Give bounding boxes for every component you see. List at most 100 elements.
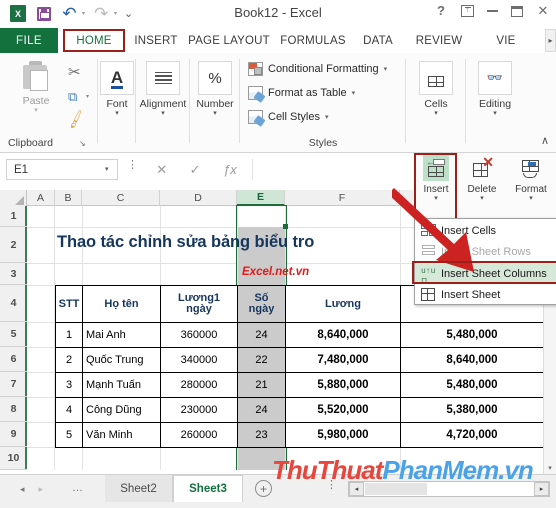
home-tab-highlight-box — [63, 29, 125, 52]
format-painter-icon[interactable]: 🖌 — [65, 108, 88, 130]
cells-caret-icon[interactable]: ▾ — [434, 110, 438, 117]
font-button[interactable]: A Font ▾ — [100, 61, 134, 117]
table-header-daily-line2: ngày — [186, 303, 212, 315]
minimize-icon[interactable] — [487, 10, 498, 12]
row-header-9[interactable]: 9 — [0, 422, 27, 447]
format-as-table-caret-icon[interactable]: ▾ — [352, 89, 356, 97]
sheet-nav-ellipsis[interactable]: … — [72, 482, 84, 494]
row-header-10[interactable]: 10 — [0, 447, 27, 470]
row-header-8[interactable]: 8 — [0, 397, 27, 422]
close-icon[interactable]: ✕ — [536, 4, 550, 18]
help-icon[interactable]: ? — [434, 4, 448, 18]
menu-item-insert-sheet[interactable]: Insert Sheet — [415, 284, 556, 305]
delete-caret-icon[interactable]: ▾ — [480, 195, 484, 202]
format-as-table-button[interactable]: Format as Table ▾ — [248, 86, 355, 100]
tab-scroll-right-icon[interactable]: ▸ — [545, 29, 556, 52]
tab-review[interactable]: REVIEW — [406, 28, 472, 53]
menu-item-insert-sheet-rows-label: Insert Sheet Rows — [441, 245, 531, 258]
conditional-formatting-button[interactable]: Conditional Formatting ▾ — [248, 62, 387, 76]
selection-fill-handle[interactable] — [283, 224, 288, 229]
select-all-corner[interactable] — [0, 190, 27, 206]
watermark-part1: ThuThuat — [272, 455, 383, 485]
cut-icon[interactable]: ✂ — [68, 63, 81, 81]
tab-view[interactable]: VIE — [476, 28, 536, 53]
copy-caret-icon[interactable]: ▾ — [86, 93, 89, 100]
row-header-7[interactable]: 7 — [0, 372, 27, 397]
name-box[interactable]: E1 — [6, 159, 118, 180]
sheet-nav-last-icon[interactable]: ▸ — [39, 484, 44, 495]
insert-cells-icon — [415, 220, 441, 241]
format-button[interactable]: Format ▾ — [508, 155, 554, 202]
table-row: 4 — [55, 397, 83, 423]
row-header-6[interactable]: 6 — [0, 347, 27, 372]
row-header-2[interactable]: 2 — [0, 227, 27, 263]
tab-formulas[interactable]: FORMULAS — [276, 28, 350, 53]
insert-label: Insert — [423, 184, 449, 195]
cell-styles-button[interactable]: Cell Styles ▾ — [248, 110, 328, 124]
cells-button[interactable]: Cells ▾ — [419, 61, 453, 117]
column-header-c[interactable]: C — [82, 190, 160, 206]
menu-item-insert-sheet-columns[interactable]: u↑u ⊓ Insert Sheet Columns — [415, 263, 556, 286]
column-header-a[interactable]: A — [27, 190, 55, 206]
watermark: ThuThuatPhanMem.vn — [272, 455, 534, 486]
row-header-3[interactable]: 3 — [0, 263, 27, 285]
insert-caret-icon[interactable]: ▾ — [434, 195, 438, 202]
cell-styles-caret-icon[interactable]: ▾ — [325, 113, 329, 121]
font-caret-icon[interactable]: ▾ — [115, 110, 119, 117]
insert-button[interactable]: ← Insert ▾ — [416, 155, 456, 202]
paste-button[interactable]: Paste ▾ — [8, 61, 64, 114]
column-header-d[interactable]: D — [160, 190, 237, 206]
menu-item-insert-cells-label: Insert Cells — [441, 224, 497, 237]
column-header-b[interactable]: B — [55, 190, 82, 206]
sheet-tab-sheet2[interactable]: Sheet2 — [105, 475, 173, 502]
editing-label: Editing — [478, 98, 512, 110]
table-row: 1 — [55, 322, 83, 348]
table-row: 5,480,000 — [400, 372, 544, 398]
table-header-salary-label: Lương — [325, 297, 361, 310]
cancel-formula-icon[interactable]: ✕ — [156, 162, 167, 178]
number-button[interactable]: % Number ▾ — [196, 61, 234, 117]
tab-data[interactable]: DATA — [354, 28, 402, 53]
formula-bar-more-icon[interactable]: ⋮ — [127, 160, 138, 171]
excel-window: X ↶ ▾ ↶ ▾ ⌄ Book12 - Excel ? ✕ FILE HOME… — [0, 0, 556, 508]
sheet-tab-sheet3[interactable]: Sheet3 — [173, 475, 243, 502]
insert-dropdown-menu[interactable]: Insert Cells Insert Sheet Rows u↑u ⊓ Inse… — [414, 218, 556, 305]
delete-button[interactable]: ✕ Delete ▾ — [460, 155, 504, 202]
table-row: 360000 — [160, 322, 238, 348]
number-caret-icon[interactable]: ▾ — [213, 110, 217, 117]
ribbon-group-cells: Cells ▾ — [406, 53, 466, 153]
ribbon-display-options-icon[interactable] — [461, 4, 474, 17]
clipboard-dialog-launcher-icon[interactable]: ↘ — [79, 139, 86, 148]
menu-item-insert-sheet-rows[interactable]: Insert Sheet Rows — [415, 241, 556, 262]
tab-page-layout[interactable]: PAGE LAYOUT — [186, 28, 272, 53]
paste-caret-icon[interactable]: ▾ — [8, 107, 64, 114]
enter-formula-icon[interactable]: ✓ — [190, 162, 201, 178]
hscroll-right-icon[interactable]: ▸ — [534, 482, 549, 496]
insert-function-icon[interactable]: ƒx — [223, 162, 237, 177]
table-header-days-line2: ngày — [248, 303, 275, 315]
table-row: 260000 — [160, 422, 238, 448]
tab-insert[interactable]: INSERT — [128, 28, 184, 53]
menu-item-insert-cells[interactable]: Insert Cells — [415, 220, 556, 241]
format-caret-icon[interactable]: ▾ — [529, 195, 533, 202]
restore-icon[interactable] — [511, 5, 523, 17]
collapse-ribbon-icon[interactable]: ∧ — [541, 134, 549, 147]
add-sheet-button[interactable]: + — [255, 480, 272, 497]
copy-icon[interactable]: ⧉ — [68, 89, 77, 105]
scroll-down-icon[interactable]: ▾ — [545, 464, 555, 472]
column-header-e[interactable]: E — [237, 190, 285, 206]
tab-file[interactable]: FILE — [0, 28, 58, 53]
sheet-nav-first-icon[interactable]: ◂ — [20, 484, 25, 495]
row-header-4[interactable]: 4 — [0, 285, 27, 322]
cell-styles-icon — [248, 110, 263, 124]
alignment-button[interactable]: Alignment ▾ — [140, 61, 186, 117]
alignment-caret-icon[interactable]: ▾ — [161, 110, 165, 117]
column-header-f[interactable]: F — [285, 190, 400, 206]
row-header-1[interactable]: 1 — [0, 206, 27, 227]
ribbon-group-number: % Number ▾ — [190, 53, 240, 153]
conditional-formatting-caret-icon[interactable]: ▾ — [384, 65, 388, 73]
ribbon-group-styles: Conditional Formatting ▾ Format as Table… — [240, 53, 406, 153]
editing-caret-icon[interactable]: ▾ — [493, 110, 497, 117]
row-header-5[interactable]: 5 — [0, 322, 27, 347]
editing-button[interactable]: 👓 Editing ▾ — [478, 61, 512, 117]
